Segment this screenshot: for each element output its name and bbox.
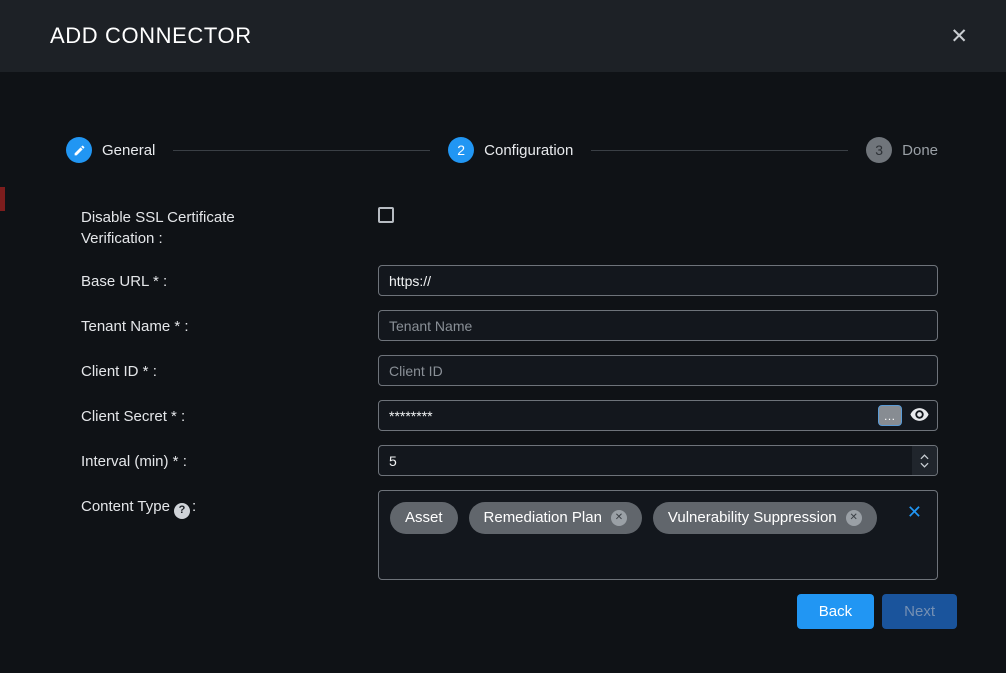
chip-asset: Asset: [390, 502, 458, 534]
next-button[interactable]: Next: [882, 594, 957, 629]
base-url-label: Base URL * :: [81, 265, 378, 292]
pencil-icon: [66, 137, 92, 163]
client-id-input[interactable]: [378, 355, 938, 386]
interval-stepper[interactable]: [912, 446, 937, 475]
help-icon[interactable]: ?: [174, 503, 190, 519]
field-row-base-url: Base URL * :: [81, 265, 938, 296]
back-button[interactable]: Back: [797, 594, 874, 629]
field-row-client-secret: Client Secret * : …: [81, 400, 938, 431]
step-general-label: General: [102, 142, 155, 159]
interval-input[interactable]: [378, 445, 938, 476]
ssl-label: Disable SSL Certificate Verification :: [81, 201, 378, 249]
close-icon[interactable]: ✕: [946, 22, 972, 51]
client-secret-label: Client Secret * :: [81, 400, 378, 427]
tenant-name-input[interactable]: [378, 310, 938, 341]
field-row-tenant-name: Tenant Name * :: [81, 310, 938, 341]
chip-remove-icon[interactable]: ✕: [611, 510, 627, 526]
step-general[interactable]: General: [66, 137, 155, 163]
step-configuration[interactable]: 2 Configuration: [448, 137, 573, 163]
secret-more-button[interactable]: …: [878, 405, 902, 426]
field-row-ssl: Disable SSL Certificate Verification :: [81, 201, 938, 249]
step-2-badge: 2: [448, 137, 474, 163]
interval-label: Interval (min) * :: [81, 445, 378, 472]
modal-title: ADD CONNECTOR: [50, 23, 252, 49]
step-done-label: Done: [902, 142, 938, 159]
content-type-multiselect[interactable]: Asset Remediation Plan ✕ Vulnerability S…: [378, 490, 938, 580]
client-secret-input[interactable]: [378, 400, 938, 431]
client-id-label: Client ID * :: [81, 355, 378, 382]
tenant-name-label: Tenant Name * :: [81, 310, 378, 337]
step-done[interactable]: 3 Done: [866, 137, 938, 163]
chevron-down-icon[interactable]: [920, 461, 929, 469]
chevron-up-icon[interactable]: [920, 453, 929, 461]
stepper-connector: [173, 150, 430, 151]
left-edge-red-mark: [0, 187, 5, 211]
chip-vulnerability-suppression: Vulnerability Suppression ✕: [653, 502, 877, 534]
field-row-content-type: Content Type?: Asset Remediation Plan ✕ …: [81, 490, 938, 580]
chip-remove-icon[interactable]: ✕: [846, 510, 862, 526]
base-url-input[interactable]: [378, 265, 938, 296]
stepper-connector: [591, 150, 848, 151]
footer-buttons: Back Next: [81, 594, 957, 629]
add-connector-modal: ADD CONNECTOR ✕ General 2 Configuration …: [0, 0, 1006, 673]
ssl-verification-checkbox[interactable]: [378, 207, 394, 223]
field-row-client-id: Client ID * :: [81, 355, 938, 386]
modal-body: General 2 Configuration 3 Done Disable S…: [0, 72, 1006, 629]
step-3-badge: 3: [866, 137, 892, 163]
content-type-label: Content Type?:: [81, 490, 378, 519]
modal-header: ADD CONNECTOR ✕: [0, 0, 1006, 72]
clear-all-icon[interactable]: ✕: [907, 503, 922, 521]
chip-remediation-plan: Remediation Plan ✕: [469, 502, 642, 534]
field-row-interval: Interval (min) * :: [81, 445, 938, 476]
eye-icon[interactable]: [910, 408, 929, 421]
step-configuration-label: Configuration: [484, 142, 573, 159]
wizard-stepper: General 2 Configuration 3 Done: [66, 137, 938, 163]
